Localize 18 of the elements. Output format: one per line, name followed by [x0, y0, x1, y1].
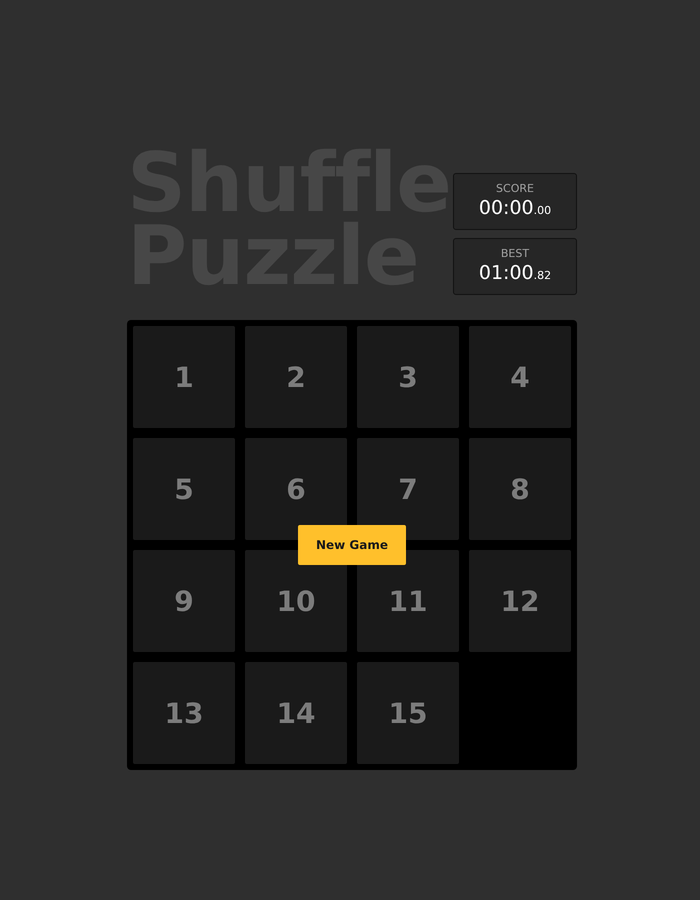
puzzle-tile[interactable]: 3 — [357, 326, 459, 428]
puzzle-tile[interactable]: 8 — [469, 438, 571, 540]
new-game-button[interactable]: New Game — [298, 525, 406, 565]
puzzle-tile[interactable]: 10 — [245, 550, 347, 652]
puzzle-tile[interactable]: 12 — [469, 550, 571, 652]
puzzle-tile[interactable]: 9 — [133, 550, 235, 652]
puzzle-tile[interactable]: 4 — [469, 326, 571, 428]
puzzle-tile[interactable]: 11 — [357, 550, 459, 652]
score-label: SCORE — [496, 182, 534, 194]
puzzle-tile[interactable]: 5 — [133, 438, 235, 540]
puzzle-tile[interactable]: 15 — [357, 662, 459, 764]
puzzle-tile[interactable]: 14 — [245, 662, 347, 764]
puzzle-tile[interactable]: 2 — [245, 326, 347, 428]
score-label: BEST — [500, 246, 530, 260]
puzzle-tile[interactable]: 13 — [133, 662, 235, 764]
puzzle-tile[interactable]: 6 — [245, 438, 347, 540]
puzzle-tile[interactable]: 7 — [357, 438, 459, 540]
puzzle-tile[interactable]: 1 — [133, 326, 235, 428]
